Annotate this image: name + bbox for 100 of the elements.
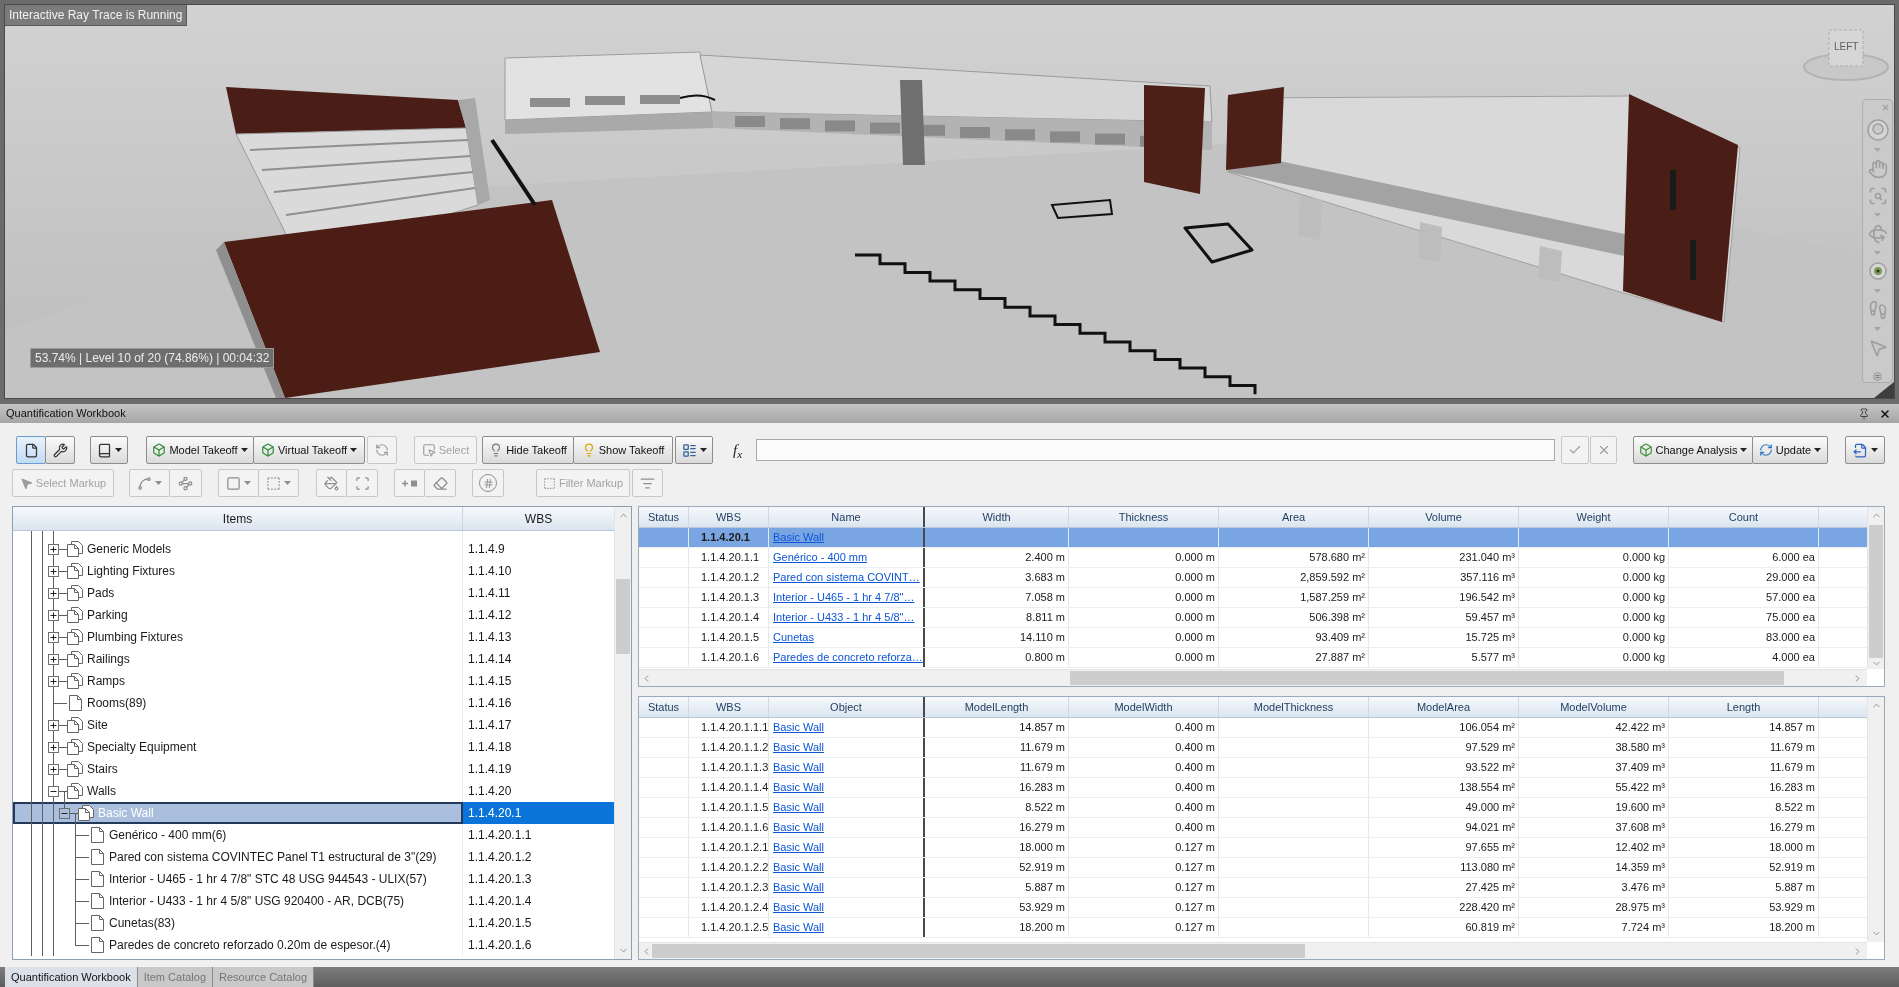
object-link[interactable]: Basic Wall <box>773 719 824 736</box>
tree-item[interactable]: Interior - U433 - 1 hr 4 5/8" USG 920400 - AR, DCB(75) <box>13 890 463 912</box>
object-link[interactable]: Interior - U433 - 1 hr 4 5/8"… <box>773 609 915 626</box>
export-dropdown-button[interactable] <box>1845 436 1885 464</box>
column-header[interactable]: Items <box>13 507 463 530</box>
panel-tab[interactable]: Quantification Workbook <box>5 967 138 987</box>
tree-item[interactable]: Site <box>13 714 463 736</box>
table-row[interactable]: 1.1.4.20.1.1.4 Basic Wall 16.283 m 0.400 m 138.554 m² 55.422 m³ 16.283 m <box>639 778 1867 798</box>
expand-icon[interactable] <box>48 566 59 577</box>
table-row[interactable]: 1.1.4.20.1.2.3 Basic Wall 5.887 m 0.127 m 27.425 m² 3.476 m³ 5.887 m <box>639 878 1867 898</box>
hand-icon[interactable] <box>1867 159 1888 179</box>
vertical-scrollbar[interactable] <box>614 507 631 959</box>
vertical-scrollbar[interactable] <box>1867 507 1884 669</box>
object-link[interactable]: Basic Wall <box>773 779 824 796</box>
tree-item[interactable]: Cunetas(83) <box>13 912 463 934</box>
viewcube-icon[interactable] <box>1802 27 1890 82</box>
takeoff-visibility-button[interactable]: Show Takeoff <box>573 436 673 464</box>
tree-item[interactable]: Pared con sistema COVINTEC Panel T1 estructural de 3"(29) <box>13 846 463 868</box>
orbit-icon[interactable] <box>1867 224 1888 244</box>
table-row[interactable]: 1.1.4.20.1.1.3 Basic Wall 11.679 m 0.400 m 93.522 m² 37.409 m³ 11.679 m <box>639 758 1867 778</box>
column-header[interactable]: Thickness <box>1069 507 1219 527</box>
pin-icon[interactable] <box>1858 407 1870 420</box>
column-header[interactable]: Length <box>1669 697 1819 717</box>
object-link[interactable]: Genérico - 400 mm <box>773 549 868 566</box>
scrollbar-thumb[interactable] <box>652 944 1305 958</box>
tree-item[interactable]: Rooms(89) <box>13 692 463 714</box>
expand-icon[interactable] <box>48 610 59 621</box>
close-icon[interactable] <box>1879 407 1891 420</box>
column-header[interactable]: ModelWidth <box>1069 697 1219 717</box>
table-row[interactable]: 1.1.4.20.1.1.6 Basic Wall 16.279 m 0.400 m 94.021 m² 37.608 m³ 16.279 m <box>639 818 1867 838</box>
table-row[interactable]: 1.1.4.20.1.2.1 Basic Wall 18.000 m 0.127 m 97.655 m² 12.402 m³ 18.000 m <box>639 838 1867 858</box>
tree-item[interactable]: Genérico - 400 mm(6) <box>13 824 463 846</box>
column-header[interactable]: Weight <box>1519 507 1669 527</box>
expand-icon[interactable] <box>48 676 59 687</box>
scrollbar-thumb[interactable] <box>1070 671 1784 685</box>
expand-icon[interactable] <box>48 632 59 643</box>
column-header[interactable]: Status <box>639 697 689 717</box>
column-header[interactable]: ModelLength <box>925 697 1069 717</box>
object-link[interactable]: Basic Wall <box>773 819 824 836</box>
expand-icon[interactable] <box>48 764 59 775</box>
object-link[interactable]: Basic Wall <box>773 839 824 856</box>
expand-icon[interactable] <box>48 654 59 665</box>
table-row[interactable]: 1.1.4.20.1.5 Cunetas 14.110 m 0.000 m 93.409 m² 15.725 m³ 0.000 kg 83.000 ea <box>639 628 1867 648</box>
table-row[interactable]: 1.1.4.20.1.4 Interior - U433 - 1 hr 4 5/8"… 8.811 m 0.000 m 506.398 m² 59.457 m³ 0.000 kg 75.000 ea <box>639 608 1867 628</box>
takeoff-dropdown-button[interactable]: Model Takeoff <box>146 436 254 464</box>
collapse-icon[interactable] <box>48 786 59 797</box>
tree-item[interactable]: Specialty Equipment <box>13 736 463 758</box>
table-row[interactable]: 1.1.4.20.1.2.5 Basic Wall 18.200 m 0.127 m 60.819 m² 7.724 m³ 18.200 m <box>639 918 1867 938</box>
column-header[interactable]: WBS <box>463 507 614 530</box>
tree-item[interactable]: Ramps <box>13 670 463 692</box>
column-header[interactable]: WBS <box>689 507 769 527</box>
table-row[interactable]: 1.1.4.20.1.2.2 Basic Wall 52.919 m 0.127 m 113.080 m² 14.359 m³ 52.919 m <box>639 858 1867 878</box>
object-link[interactable]: Basic Wall <box>773 879 824 896</box>
object-link[interactable]: Basic Wall <box>773 899 824 916</box>
column-header[interactable]: Volume <box>1369 507 1519 527</box>
footprints-icon[interactable] <box>1867 300 1888 320</box>
tools-mode-button[interactable] <box>45 436 75 464</box>
object-link[interactable]: Basic Wall <box>773 759 824 776</box>
collapse-icon[interactable] <box>59 808 70 819</box>
tree-item[interactable]: Generic Models <box>13 538 463 560</box>
scrollbar-thumb[interactable] <box>1869 525 1883 658</box>
update-button[interactable]: Update <box>1752 436 1828 464</box>
object-link[interactable]: Basic Wall <box>773 799 824 816</box>
object-link[interactable]: Basic Wall <box>773 739 824 756</box>
tree-item[interactable]: Interior - U465 - 1 hr 4 7/8" STC 48 USG 944543 - ULIX(57) <box>13 868 463 890</box>
change-analysis-button[interactable]: Change Analysis <box>1633 436 1753 464</box>
tree-item[interactable]: Paredes de concreto reforzado 0.20m de espesor.(4) <box>13 934 463 956</box>
menu-icon[interactable] <box>1873 372 1882 381</box>
formula-field[interactable] <box>756 439 1555 461</box>
layout-dropdown-button[interactable] <box>675 436 713 464</box>
column-header[interactable]: Status <box>639 507 689 527</box>
expand-icon[interactable] <box>48 720 59 731</box>
expand-icon[interactable] <box>48 742 59 753</box>
column-header[interactable]: Width <box>925 507 1069 527</box>
tree-item[interactable]: Railings <box>13 648 463 670</box>
expand-icon[interactable] <box>48 544 59 555</box>
horizontal-scrollbar[interactable] <box>639 942 1867 959</box>
object-link[interactable]: Paredes de concreto reforza… <box>773 649 923 666</box>
table-row[interactable]: 1.1.4.20.1.1 Genérico - 400 mm 2.400 m 0.000 m 578.680 m² 231.040 m³ 0.000 kg 6.000 ea <box>639 548 1867 568</box>
caret-icon[interactable] <box>1874 289 1881 293</box>
book-dropdown-button[interactable] <box>90 436 128 464</box>
column-header[interactable]: ModelThickness <box>1219 697 1369 717</box>
table-row[interactable]: 1.1.4.20.1 Basic Wall <box>639 528 1867 548</box>
table-row[interactable]: 1.1.4.20.1.1.5 Basic Wall 8.522 m 0.400 m 49.000 m² 19.600 m³ 8.522 m <box>639 798 1867 818</box>
column-header[interactable]: Area <box>1219 507 1369 527</box>
ring-icon[interactable] <box>1866 119 1889 141</box>
takeoff-visibility-button[interactable]: Hide Takeoff <box>482 436 574 464</box>
caret-icon[interactable] <box>1874 148 1881 152</box>
table-row[interactable]: 1.1.4.20.1.1.1 Basic Wall 14.857 m 0.400 m 106.054 m² 42.422 m³ 14.857 m <box>639 718 1867 738</box>
column-header[interactable]: Count <box>1669 507 1819 527</box>
object-link[interactable]: Pared con sistema COVINT… <box>773 569 920 586</box>
object-link[interactable]: Basic Wall <box>773 859 824 876</box>
horizontal-scrollbar[interactable] <box>639 669 1867 686</box>
object-link[interactable]: Basic Wall <box>773 919 824 936</box>
table-row[interactable]: 1.1.4.20.1.2 Pared con sistema COVINT… 3.683 m 0.000 m 2,859.592 m² 357.116 m³ 0.000 kg 29.000 ea <box>639 568 1867 588</box>
caret-icon[interactable] <box>1874 213 1881 217</box>
scrollbar-thumb[interactable] <box>616 579 630 654</box>
object-link[interactable]: Interior - U465 - 1 hr 4 7/8"… <box>773 589 915 606</box>
tree-item[interactable]: Stairs <box>13 758 463 780</box>
caret-icon[interactable] <box>1874 327 1881 331</box>
